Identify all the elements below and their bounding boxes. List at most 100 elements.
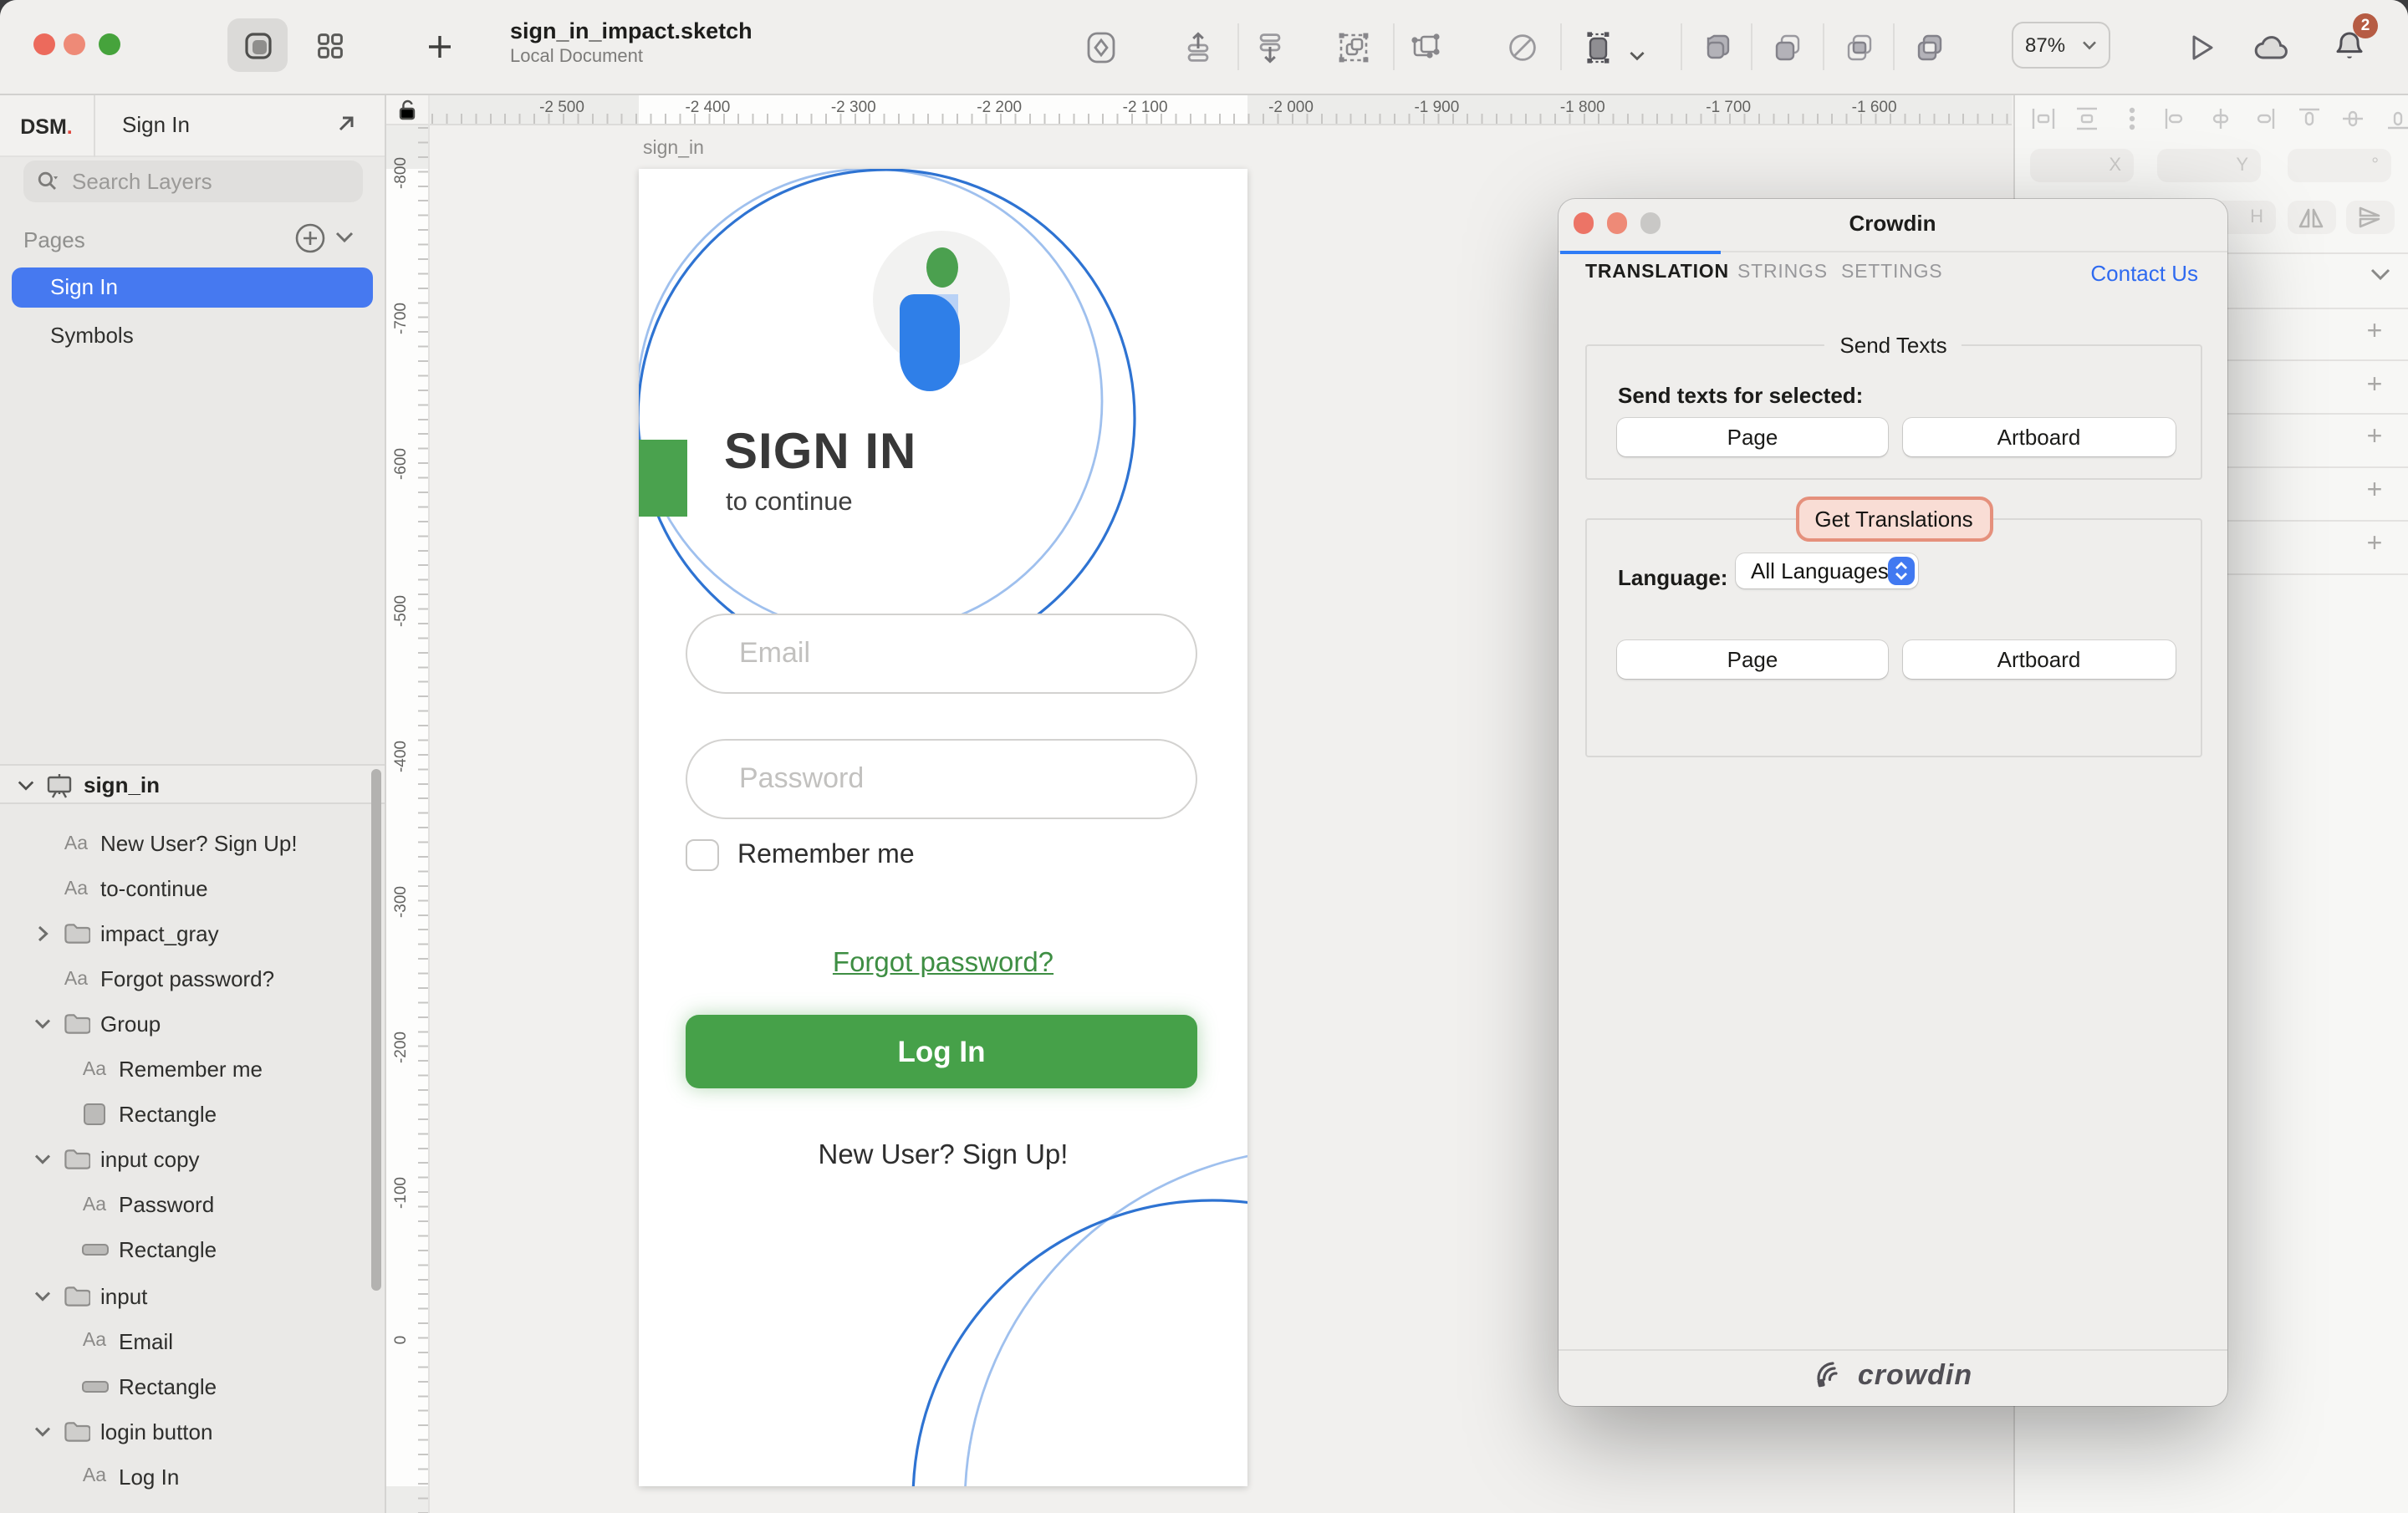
y-position-field[interactable]: Y bbox=[2156, 149, 2260, 182]
layer-row[interactable]: input copy bbox=[0, 1138, 384, 1183]
get-artboard-button[interactable]: Artboard bbox=[1903, 640, 2175, 679]
tab-dsm[interactable]: DSM. bbox=[0, 95, 94, 157]
layer-row[interactable]: AaPassword bbox=[0, 1183, 384, 1228]
get-translations-button[interactable]: Get Translations bbox=[1795, 497, 1992, 542]
layer-row[interactable]: AaLog In bbox=[0, 1454, 384, 1499]
tab-translation[interactable]: TRANSLATION bbox=[1585, 263, 1729, 283]
chevron-down-icon[interactable] bbox=[33, 1425, 51, 1437]
dsm-label: DSM bbox=[20, 115, 67, 138]
contact-us-link[interactable]: Contact Us bbox=[2090, 262, 2198, 287]
alignment-button[interactable] bbox=[2384, 105, 2408, 132]
artboard-sign-in[interactable]: SIGN IN to continue Email Password Remem… bbox=[639, 169, 1248, 1486]
boolean-subtract-button[interactable] bbox=[1764, 25, 1808, 69]
alignment-button[interactable] bbox=[2029, 105, 2056, 132]
layer-row[interactable]: AaRemember me bbox=[0, 1047, 384, 1093]
alignment-button[interactable] bbox=[2118, 105, 2145, 132]
alignment-button[interactable] bbox=[2206, 105, 2233, 132]
alignment-button[interactable] bbox=[2074, 105, 2100, 132]
group-button[interactable] bbox=[1331, 25, 1375, 69]
add-style-button[interactable]: + bbox=[2361, 425, 2388, 451]
close-button[interactable] bbox=[33, 33, 54, 55]
layer-row[interactable]: Group bbox=[0, 1001, 384, 1047]
layer-row[interactable]: AaNew User? Sign Up! bbox=[0, 821, 384, 866]
x-position-field[interactable]: X bbox=[2029, 149, 2133, 182]
send-backward-button[interactable] bbox=[1248, 25, 1292, 69]
get-page-button[interactable]: Page bbox=[1617, 640, 1888, 679]
layer-row[interactable]: Aato-continue bbox=[0, 866, 384, 911]
layer-row[interactable]: Rectangle bbox=[0, 1228, 384, 1273]
flip-horizontal-button[interactable] bbox=[2287, 201, 2335, 234]
preview-button[interactable] bbox=[2179, 25, 2222, 69]
chevron-down-icon[interactable] bbox=[33, 1018, 51, 1030]
layer-row[interactable]: AaForgot password? bbox=[0, 956, 384, 1001]
alignment-button[interactable] bbox=[2295, 105, 2322, 132]
distribute-horizontal-icon bbox=[2029, 105, 2056, 132]
boolean-union-button[interactable] bbox=[1696, 25, 1739, 69]
search-layers-field[interactable]: Search Layers bbox=[23, 160, 363, 201]
rotation-field[interactable]: ° bbox=[2287, 149, 2390, 182]
forgot-password-link[interactable]: Forgot password? bbox=[833, 948, 1054, 978]
page-item-sign-in[interactable]: Sign In bbox=[12, 267, 373, 308]
sign-in-heading: SIGN IN bbox=[724, 425, 916, 481]
flip-vertical-button[interactable] bbox=[2345, 201, 2394, 234]
minimize-button[interactable] bbox=[64, 33, 85, 55]
add-page-button[interactable] bbox=[294, 222, 326, 254]
send-artboard-button[interactable]: Artboard bbox=[1903, 417, 2175, 456]
insert-button[interactable] bbox=[418, 25, 462, 69]
alignment-button[interactable] bbox=[2339, 105, 2366, 132]
zoom-window-button[interactable] bbox=[98, 33, 120, 55]
layer-artboard-header[interactable]: sign_in bbox=[0, 763, 384, 803]
add-style-button[interactable]: + bbox=[2361, 319, 2388, 346]
language-select[interactable]: All Languages bbox=[1736, 553, 1918, 588]
bring-forward-button[interactable] bbox=[1176, 25, 1219, 69]
canvas-view-toggle[interactable] bbox=[227, 18, 288, 72]
alignment-button[interactable] bbox=[2251, 105, 2278, 132]
chevron-right-icon[interactable] bbox=[36, 925, 48, 943]
email-field[interactable]: Email bbox=[686, 614, 1197, 695]
section-collapse-chevron[interactable] bbox=[2369, 267, 2390, 283]
boolean-difference-button[interactable] bbox=[1906, 25, 1950, 69]
add-style-button[interactable]: + bbox=[2361, 373, 2388, 400]
artboard-canvas-label[interactable]: sign_in bbox=[643, 140, 704, 160]
sign-up-text[interactable]: New User? Sign Up! bbox=[639, 1140, 1247, 1172]
align-right-icon bbox=[2251, 105, 2278, 132]
tab-settings[interactable]: SETTINGS bbox=[1841, 263, 1942, 283]
insert-chevron[interactable] bbox=[458, 32, 502, 75]
add-style-button[interactable]: + bbox=[2361, 532, 2388, 558]
chevron-down-icon[interactable] bbox=[17, 778, 35, 792]
zoom-level-dropdown[interactable]: 87% bbox=[2012, 22, 2110, 69]
add-style-button[interactable]: + bbox=[2361, 478, 2388, 505]
open-external-button[interactable] bbox=[334, 112, 358, 135]
frame-chevron[interactable] bbox=[1615, 33, 1659, 77]
horizontal-ruler: -2 500-2 400-2 300-2 200-2 100-2 000-1 9… bbox=[430, 95, 2012, 126]
tab-current-page[interactable]: Sign In bbox=[122, 112, 190, 137]
send-page-button[interactable]: Page bbox=[1617, 417, 1888, 456]
layer-row[interactable]: input bbox=[0, 1273, 384, 1318]
crowdin-window[interactable]: Crowdin TRANSLATION STRINGS SETTINGS Con… bbox=[1559, 200, 2227, 1407]
pages-collapse-chevron[interactable] bbox=[334, 231, 355, 244]
ruler-corner[interactable] bbox=[385, 95, 430, 126]
boolean-intersect-button[interactable] bbox=[1836, 25, 1880, 69]
password-field[interactable]: Password bbox=[686, 739, 1197, 820]
chevron-down-icon[interactable] bbox=[33, 1154, 51, 1166]
cloud-sync-button[interactable] bbox=[2251, 25, 2294, 69]
plus-icon bbox=[425, 32, 455, 62]
layer-row[interactable]: Rectangle bbox=[0, 1363, 384, 1409]
page-item-symbols[interactable]: Symbols bbox=[12, 314, 373, 354]
alignment-button[interactable] bbox=[2162, 105, 2189, 132]
layer-row[interactable]: impact_gray bbox=[0, 911, 384, 956]
no-fill-button[interactable] bbox=[1500, 25, 1543, 69]
layer-row[interactable]: Rectangle bbox=[0, 1093, 384, 1138]
grid-view-toggle[interactable] bbox=[299, 18, 360, 72]
layer-row[interactable]: AaEmail bbox=[0, 1318, 384, 1363]
log-in-button[interactable]: Log In bbox=[686, 1015, 1197, 1089]
frame-button[interactable] bbox=[1575, 25, 1619, 69]
sidebar-scrollbar[interactable] bbox=[371, 769, 380, 1291]
tab-strings[interactable]: STRINGS bbox=[1737, 263, 1828, 283]
chevron-down-icon[interactable] bbox=[33, 1290, 51, 1302]
create-symbol-button[interactable] bbox=[1079, 25, 1122, 69]
layer-row[interactable]: login button bbox=[0, 1409, 384, 1454]
ungroup-button[interactable] bbox=[1403, 25, 1446, 69]
crowdin-brand: crowdin bbox=[1559, 1360, 2227, 1393]
remember-me-checkbox[interactable] bbox=[686, 839, 718, 872]
